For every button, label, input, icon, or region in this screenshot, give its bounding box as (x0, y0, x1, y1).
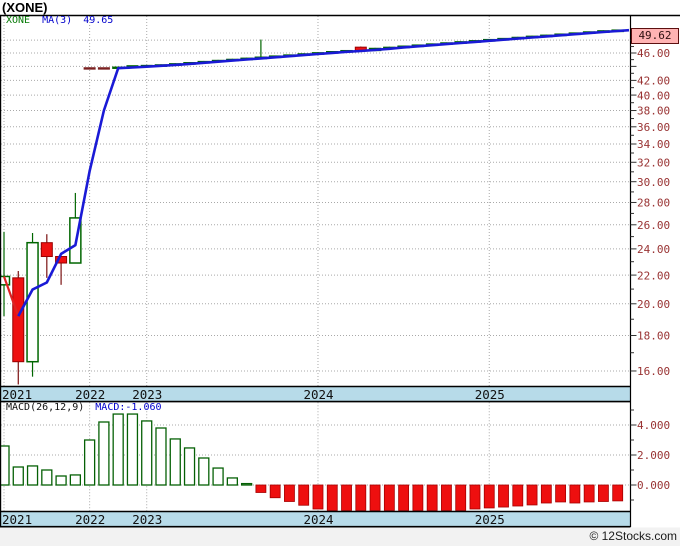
bottom-strip (0, 527, 680, 546)
year-label-bottom: 2025 (475, 512, 505, 527)
y-axis-label: 34.00 (637, 138, 670, 151)
macd-bar-negative (583, 484, 595, 503)
year-label-bottom: 2023 (132, 512, 162, 527)
y-axis-label: 40.00 (637, 89, 670, 102)
y-axis-label: 38.00 (637, 105, 670, 118)
macd-bar-positive (169, 438, 181, 486)
macd-bar-negative (498, 484, 509, 508)
macd-bar-negative (326, 484, 338, 511)
macd-bar-negative (569, 484, 581, 504)
legend-ma-label: MA(3) (42, 15, 73, 26)
macd-axis-label: 4.000 (637, 419, 670, 432)
macd-bar-positive (69, 474, 82, 486)
flat-candle (97, 67, 110, 70)
macd-axis-label: 0.000 (637, 479, 670, 492)
macd-bar-negative (369, 484, 381, 511)
year-label-middle: 2025 (475, 387, 505, 402)
y-axis-label: 24.00 (637, 243, 670, 256)
macd-bar-positive (126, 413, 139, 486)
macd-bar-positive (198, 457, 210, 486)
flat-candle (83, 67, 96, 70)
ma-line (17, 28, 630, 317)
macd-bar-negative (555, 484, 567, 503)
macd-bar-negative (540, 484, 552, 504)
y-axis-label: 20.00 (637, 298, 670, 311)
year-label-middle: 2021 (2, 387, 32, 402)
macd-bar-positive (26, 465, 39, 486)
year-label-bottom: 2021 (2, 512, 32, 527)
macd-bar-positive (155, 427, 167, 486)
candle-down (12, 277, 25, 363)
macd-bar-negative (426, 484, 438, 511)
y-axis-label: 36.00 (637, 121, 670, 134)
chart-svg: 16.00 18.00 20.00 22.00 24.00 26.00 28.00 30.00… (0, 14, 680, 546)
macd-bar-negative (341, 484, 352, 511)
macd-bar-positive (112, 413, 124, 486)
macd-bar-negative (441, 484, 452, 511)
macd-bar-positive (141, 420, 153, 486)
legend-ma-value: 49.65 (83, 15, 114, 26)
y-axis-label: 28.00 (637, 197, 670, 210)
macd-bar-positive (98, 421, 110, 486)
macd-bar-negative (298, 484, 310, 506)
macd-bar-positive (0, 445, 10, 486)
year-label-middle: 2022 (75, 387, 105, 402)
legend-symbol: XONE (6, 15, 31, 26)
macd-last-value: MACD:-1.060 (95, 402, 162, 413)
macd-bar-negative (284, 484, 295, 502)
year-label-bottom: 2022 (75, 512, 105, 527)
macd-bar-positive (226, 477, 239, 486)
macd-bar-positive (240, 482, 253, 486)
y-axis-label: 30.00 (637, 176, 670, 189)
macd-bar-negative (412, 484, 424, 511)
y-axis-label: 18.00 (637, 330, 670, 343)
macd-bar-negative (469, 484, 481, 510)
macd-legend: MACD(26,12,9) MACD:-1.060 (6, 402, 162, 413)
y-axis-label: 46.00 (637, 47, 670, 60)
y-axis-label: 26.00 (637, 219, 670, 232)
watermark: © 12Stocks.com (589, 529, 677, 543)
macd-params: MACD(26,12,9) (6, 402, 85, 413)
macd-bar-negative (512, 484, 524, 507)
y-axis-label: 22.00 (637, 269, 670, 282)
y-axis-label: 42.00 (637, 75, 670, 88)
main-chart-legend: XONE MA(3) 49.65 (6, 15, 113, 26)
macd-bar-negative (269, 484, 281, 499)
year-label-middle: 2023 (132, 387, 162, 402)
macd-bar-negative (383, 484, 395, 511)
year-label-bottom: 2024 (303, 512, 333, 527)
macd-bar-negative (255, 484, 267, 493)
macd-bar-negative (483, 484, 495, 509)
macd-axis-label: 2.000 (637, 449, 670, 462)
macd-bar-negative (455, 484, 467, 511)
macd-bar-positive (12, 466, 24, 486)
candle-down (40, 242, 53, 258)
chart-title: (XONE) (2, 0, 48, 15)
y-axis-label: 16.00 (637, 365, 670, 378)
macd-bar-positive (212, 467, 224, 486)
last-price-tag: 49.62 (631, 28, 679, 44)
macd-bar-negative (398, 484, 410, 511)
macd-bar-positive (55, 475, 67, 486)
macd-bar-positive (183, 447, 196, 486)
macd-bar-positive (83, 439, 96, 486)
candle-up (26, 241, 39, 363)
macd-bar-negative (312, 484, 324, 510)
y-axis-label: 32.00 (637, 156, 670, 169)
stock-chart-page: 16.00 18.00 20.00 22.00 24.00 26.00 28.00 30.00… (0, 0, 680, 546)
year-label-middle: 2024 (303, 387, 333, 402)
macd-bar-negative (355, 484, 367, 511)
macd-bar-negative (526, 484, 538, 506)
macd-bar-positive (41, 469, 53, 486)
macd-bar-negative (612, 484, 624, 502)
macd-bar-negative (598, 484, 609, 502)
